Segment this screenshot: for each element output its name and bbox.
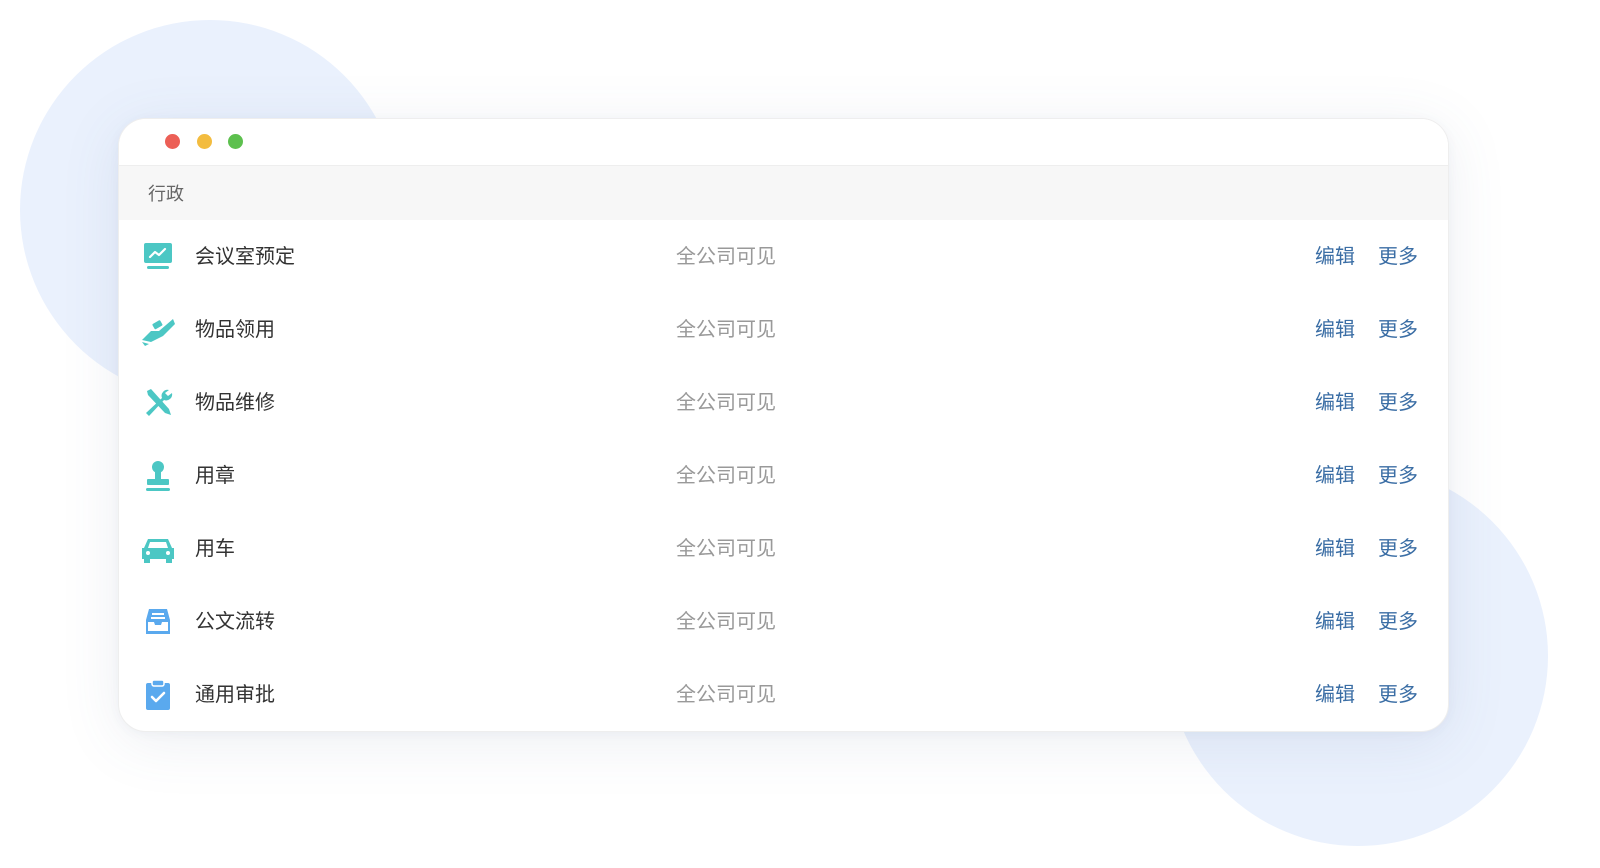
handover-icon	[139, 313, 177, 347]
list-item[interactable]: 物品维修 全公司可见 编辑 更多	[119, 366, 1448, 439]
item-name: 通用审批	[195, 682, 275, 706]
more-link[interactable]: 更多	[1378, 439, 1418, 512]
item-visibility: 全公司可见	[676, 463, 776, 487]
edit-link[interactable]: 编辑	[1315, 293, 1355, 366]
list-item[interactable]: 会议室预定 全公司可见 编辑 更多	[119, 220, 1448, 293]
item-visibility: 全公司可见	[676, 390, 776, 414]
car-icon	[139, 532, 177, 566]
item-name: 物品维修	[195, 390, 275, 414]
item-visibility: 全公司可见	[676, 244, 776, 268]
app-list: 会议室预定 全公司可见 编辑 更多 物品领用 全公司可见 编辑 更多 物品维修 …	[119, 220, 1448, 731]
minimize-window-button[interactable]	[197, 134, 212, 149]
edit-link[interactable]: 编辑	[1315, 658, 1355, 731]
item-visibility: 全公司可见	[676, 317, 776, 341]
page: 行政 会议室预定 全公司可见 编辑 更多 物品领用 全公司可见 编辑 更多 物品…	[0, 0, 1600, 868]
item-name: 公文流转	[195, 609, 275, 633]
edit-link[interactable]: 编辑	[1315, 585, 1355, 658]
edit-link[interactable]: 编辑	[1315, 512, 1355, 585]
item-name: 用车	[195, 536, 235, 560]
more-link[interactable]: 更多	[1378, 293, 1418, 366]
item-name: 会议室预定	[195, 244, 295, 268]
clipboard-check-icon	[139, 678, 177, 712]
app-window: 行政 会议室预定 全公司可见 编辑 更多 物品领用 全公司可见 编辑 更多 物品…	[118, 118, 1449, 732]
edit-link[interactable]: 编辑	[1315, 439, 1355, 512]
more-link[interactable]: 更多	[1378, 512, 1418, 585]
window-titlebar	[119, 119, 1448, 166]
item-visibility: 全公司可见	[676, 609, 776, 633]
tools-icon	[139, 386, 177, 420]
list-item[interactable]: 用车 全公司可见 编辑 更多	[119, 512, 1448, 585]
list-item[interactable]: 公文流转 全公司可见 编辑 更多	[119, 585, 1448, 658]
more-link[interactable]: 更多	[1378, 220, 1418, 293]
item-visibility: 全公司可见	[676, 536, 776, 560]
edit-link[interactable]: 编辑	[1315, 366, 1355, 439]
section-header: 行政	[119, 166, 1448, 220]
more-link[interactable]: 更多	[1378, 585, 1418, 658]
list-item[interactable]: 通用审批 全公司可见 编辑 更多	[119, 658, 1448, 731]
list-item[interactable]: 用章 全公司可见 编辑 更多	[119, 439, 1448, 512]
item-visibility: 全公司可见	[676, 682, 776, 706]
inbox-icon	[139, 605, 177, 639]
meeting-room-icon	[139, 240, 177, 274]
edit-link[interactable]: 编辑	[1315, 220, 1355, 293]
item-name: 用章	[195, 463, 235, 487]
maximize-window-button[interactable]	[228, 134, 243, 149]
section-title: 行政	[148, 184, 184, 205]
close-window-button[interactable]	[165, 134, 180, 149]
more-link[interactable]: 更多	[1378, 366, 1418, 439]
stamp-icon	[139, 459, 177, 493]
item-name: 物品领用	[195, 317, 275, 341]
list-item[interactable]: 物品领用 全公司可见 编辑 更多	[119, 293, 1448, 366]
more-link[interactable]: 更多	[1378, 658, 1418, 731]
